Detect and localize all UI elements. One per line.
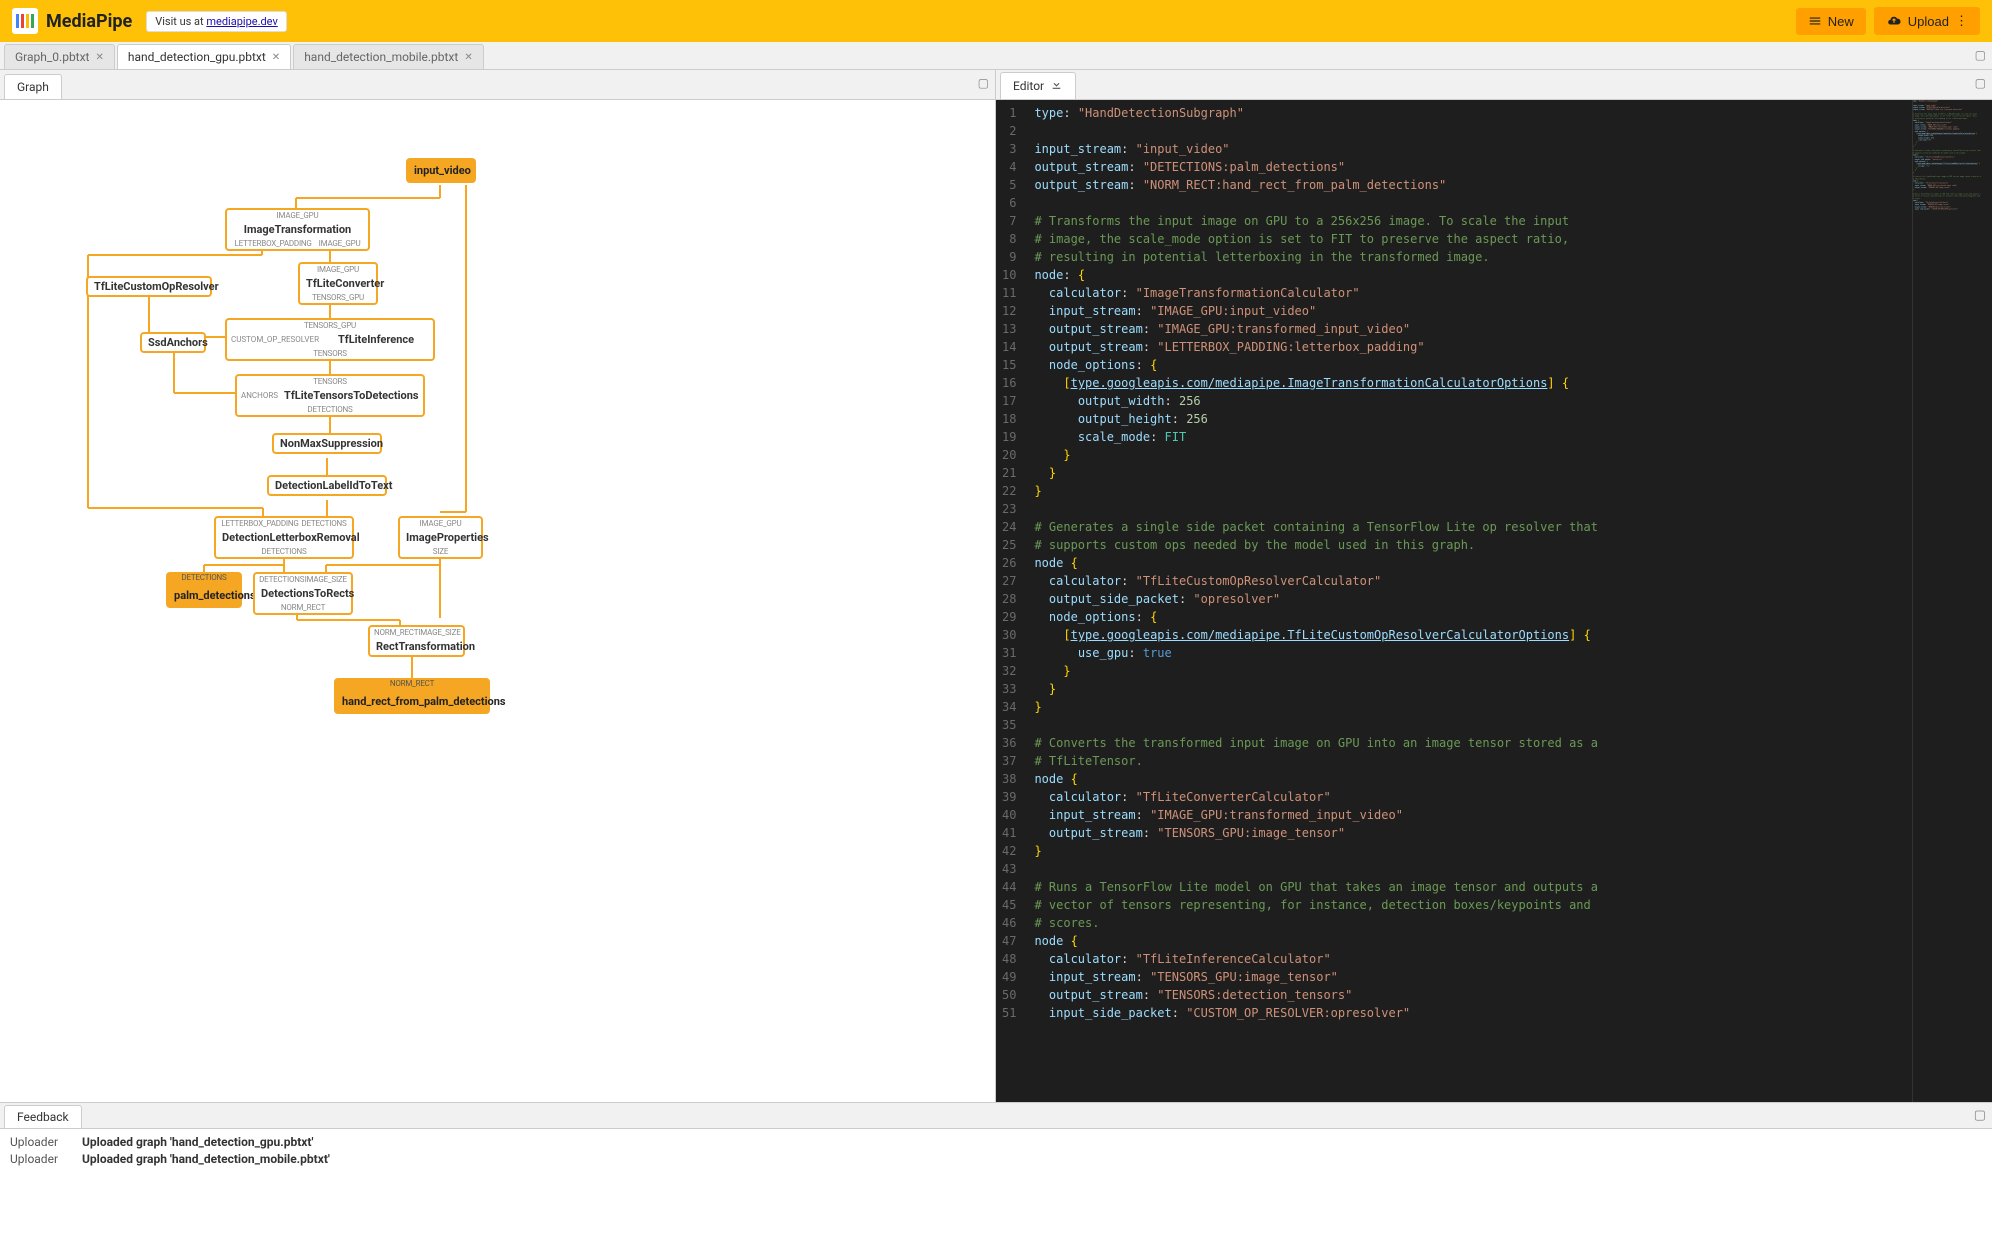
code-editor[interactable]: 1234567891011121314151617181920212223242… [996,100,1992,1102]
feedback-body: Uploader Uploaded graph 'hand_detection_… [0,1129,1992,1242]
new-button[interactable]: New [1796,8,1866,35]
node-input-video[interactable]: input_video [406,158,476,183]
feedback-message: Uploaded graph 'hand_detection_gpu.pbtxt… [82,1135,313,1149]
download-icon[interactable] [1050,78,1063,94]
node-tflite-tensors-to-detections[interactable]: TENSORS ANCHORSTfLiteTensorsToDetections… [235,374,425,417]
visit-link-box: Visit us at mediapipe.dev [146,11,287,32]
graph-pane-tabs: Graph ▢ [0,70,995,100]
feedback-row: Uploader Uploaded graph 'hand_detection_… [10,1135,1982,1149]
maximize-icon[interactable]: ▢ [1975,76,1986,90]
maximize-icon[interactable]: ▢ [978,76,989,90]
maximize-icon[interactable]: ▢ [1975,48,1986,62]
file-tabs: Graph_0.pbtxt ✕ hand_detection_gpu.pbtxt ✕… [0,42,1992,70]
feedback-panel: Feedback ▢ Uploader Uploaded graph 'hand… [0,1102,1992,1242]
cloud-upload-icon [1886,14,1902,28]
graph-canvas[interactable]: input_video IMAGE_GPU ImageTransformatio… [0,100,995,1102]
node-image-transformation[interactable]: IMAGE_GPU ImageTransformation LETTERBOX_… [225,208,370,251]
node-tflite-inference[interactable]: TENSORS_GPU CUSTOM_OP_RESOLVERTfLiteInfe… [225,318,435,361]
file-tab-label: Graph_0.pbtxt [15,50,89,64]
file-tab[interactable]: hand_detection_gpu.pbtxt ✕ [117,44,291,69]
file-tab[interactable]: hand_detection_mobile.pbtxt ✕ [293,44,484,69]
editor-code[interactable]: type: "HandDetectionSubgraph" input_stre… [1026,100,1912,1102]
node-hand-rect[interactable]: NORM_RECT hand_rect_from_palm_detections [334,678,490,714]
visit-link[interactable]: mediapipe.dev [206,15,277,28]
upload-button[interactable]: Upload ⋮ [1874,7,1980,35]
file-tab-label: hand_detection_mobile.pbtxt [304,50,458,64]
node-detection-label-to-text[interactable]: DetectionLabelIdToText [267,475,387,496]
node-tflite-custom-op-resolver[interactable]: TfLiteCustomOpResolver [86,276,212,297]
node-palm-detections[interactable]: DETECTIONS palm_detections [166,572,242,608]
tab-graph[interactable]: Graph [4,74,62,99]
visit-prefix: Visit us at [155,15,206,28]
editor-pane-tabs: Editor ▢ [996,70,1992,100]
node-detection-letterbox-removal[interactable]: LETTERBOX_PADDINGDETECTIONS DetectionLet… [214,516,354,559]
node-rect-transformation[interactable]: NORM_RECTIMAGE_SIZE RectTransformation [368,625,465,657]
tab-feedback[interactable]: Feedback [4,1105,82,1128]
maximize-icon[interactable]: ▢ [1974,1108,1986,1123]
upload-label: Upload [1908,14,1949,29]
close-icon[interactable]: ✕ [464,52,472,63]
editor-pane: Editor ▢ 1234567891011121314151617181920… [996,70,1992,1102]
feedback-message: Uploaded graph 'hand_detection_mobile.pb… [82,1152,330,1166]
feedback-row: Uploader Uploaded graph 'hand_detection_… [10,1152,1982,1166]
app-title: MediaPipe [46,11,132,32]
editor-tab-label: Editor [1013,79,1044,93]
app-header: MediaPipe Visit us at mediapipe.dev New … [0,0,1992,42]
graph-pane: Graph ▢ [0,70,996,1102]
node-tflite-converter[interactable]: IMAGE_GPU TfLiteConverter TENSORS_GPU [298,262,378,305]
editor-minimap[interactable]: type: "HandDetectionSubgraph" input_stre… [1912,100,1992,1102]
graph-wires [0,100,995,1102]
feedback-source: Uploader [10,1135,70,1149]
node-image-properties[interactable]: IMAGE_GPU ImageProperties SIZE [398,516,483,559]
file-tab-label: hand_detection_gpu.pbtxt [128,50,266,64]
close-icon[interactable]: ✕ [272,52,280,63]
file-tab[interactable]: Graph_0.pbtxt ✕ [4,44,115,69]
feedback-source: Uploader [10,1152,70,1166]
node-detections-to-rects[interactable]: DETECTIONSIMAGE_SIZE DetectionsToRects N… [253,572,353,615]
more-icon: ⋮ [1955,13,1968,29]
tab-editor[interactable]: Editor [1000,72,1076,99]
feedback-tabs: Feedback ▢ [0,1103,1992,1129]
close-icon[interactable]: ✕ [95,52,103,63]
editor-gutter: 1234567891011121314151617181920212223242… [996,100,1026,1102]
menu-icon [1808,14,1822,28]
logo [12,8,38,34]
node-non-max-suppression[interactable]: NonMaxSuppression [272,433,382,454]
node-ssd-anchors[interactable]: SsdAnchors [140,332,206,353]
new-label: New [1828,14,1854,29]
